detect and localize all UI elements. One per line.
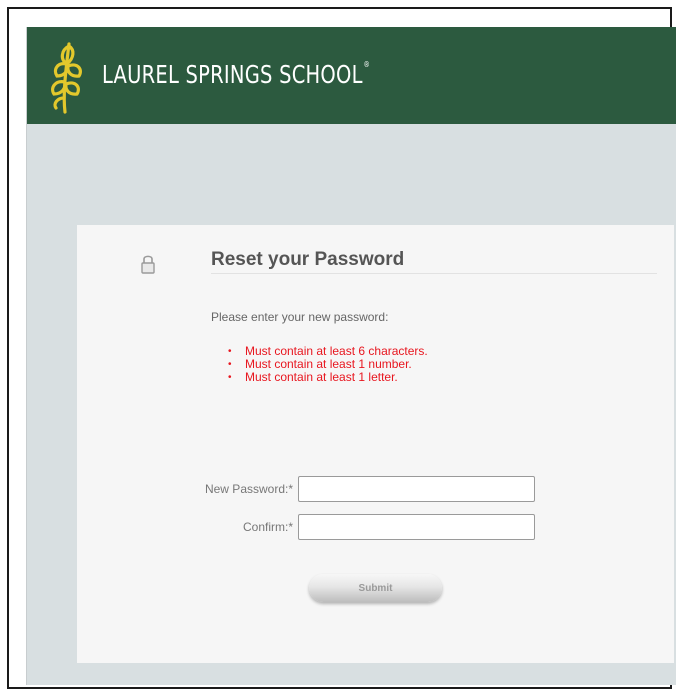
wheat-leaf-icon — [51, 42, 82, 114]
lock-icon — [141, 255, 155, 274]
app-container: LAUREL SPRINGS SCHOOL® Reset your Passwo… — [26, 27, 676, 685]
confirm-password-input[interactable] — [298, 514, 535, 540]
new-password-label: New Password:* — [204, 482, 293, 496]
title-divider — [211, 273, 657, 274]
page-title: Reset your Password — [211, 249, 405, 270]
window-frame: LAUREL SPRINGS SCHOOL® Reset your Passwo… — [7, 7, 676, 689]
new-password-input[interactable] — [298, 476, 535, 502]
reset-password-panel: Reset your Password Please enter your ne… — [77, 225, 674, 663]
school-name: LAUREL SPRINGS SCHOOL® — [102, 60, 370, 89]
confirm-password-label: Confirm:* — [242, 520, 293, 534]
trademark-mark: ® — [363, 60, 370, 69]
submit-button[interactable]: Submit — [309, 574, 442, 602]
password-rules-list: Must contain at least 6 characters. Must… — [227, 345, 428, 385]
header-bar: LAUREL SPRINGS SCHOOL® — [27, 27, 676, 124]
instructions-text: Please enter your new password: — [211, 310, 389, 324]
password-rule: Must contain at least 1 letter. — [228, 371, 428, 385]
